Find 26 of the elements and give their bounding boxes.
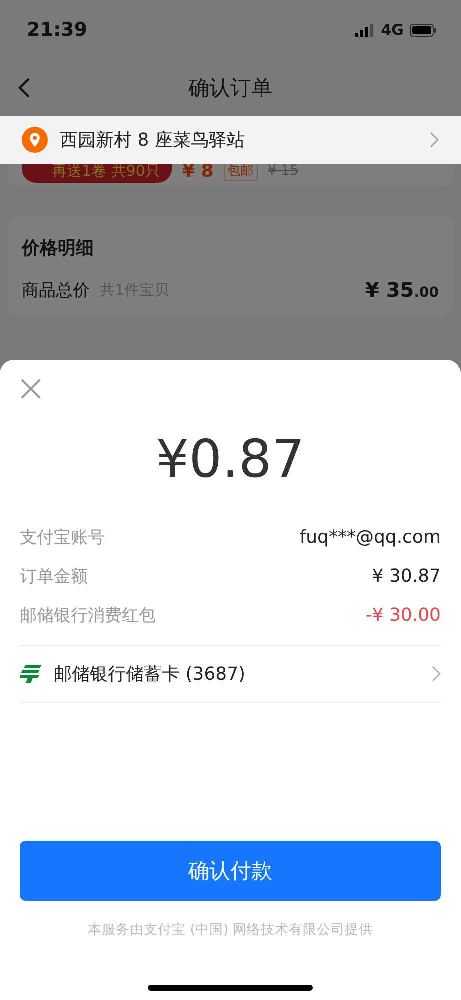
product-price: ¥ 8 [182, 160, 214, 182]
detail-value: fuq***@qq.com [300, 527, 441, 548]
back-icon[interactable] [18, 78, 30, 98]
detail-label: 支付宝账号 [20, 527, 105, 549]
shipping-tag: 包邮 [224, 161, 258, 181]
status-time: 21:39 [27, 19, 88, 41]
detail-label: 邮储银行消费红包 [20, 605, 156, 627]
network-label: 4G [381, 21, 404, 39]
service-note: 本服务由支付宝 (中国) 网络技术有限公司提供 [86, 921, 374, 939]
payment-method-row[interactable]: 邮储银行储蓄卡 (3687) [20, 645, 441, 703]
payment-amount: ¥0.87 [155, 430, 306, 490]
detail-label: 订单金额 [20, 566, 88, 588]
close-icon[interactable] [20, 378, 42, 400]
price-label: 商品总价 [22, 280, 90, 302]
chevron-right-icon [432, 666, 441, 682]
location-pin-icon [22, 127, 48, 153]
section-title: 价格明细 [22, 237, 95, 261]
price-value: ¥ 35.00 [365, 278, 439, 302]
battery-icon [410, 24, 437, 36]
detail-value: ¥ 30.87 [372, 566, 441, 587]
page-title: 确认订单 [188, 75, 272, 102]
confirm-payment-button[interactable]: 确认付款 [20, 841, 441, 901]
detail-value: -¥ 30.00 [366, 605, 441, 626]
signal-icon [355, 24, 376, 36]
bank-logo-icon [20, 665, 42, 683]
chevron-right-icon [430, 132, 439, 148]
